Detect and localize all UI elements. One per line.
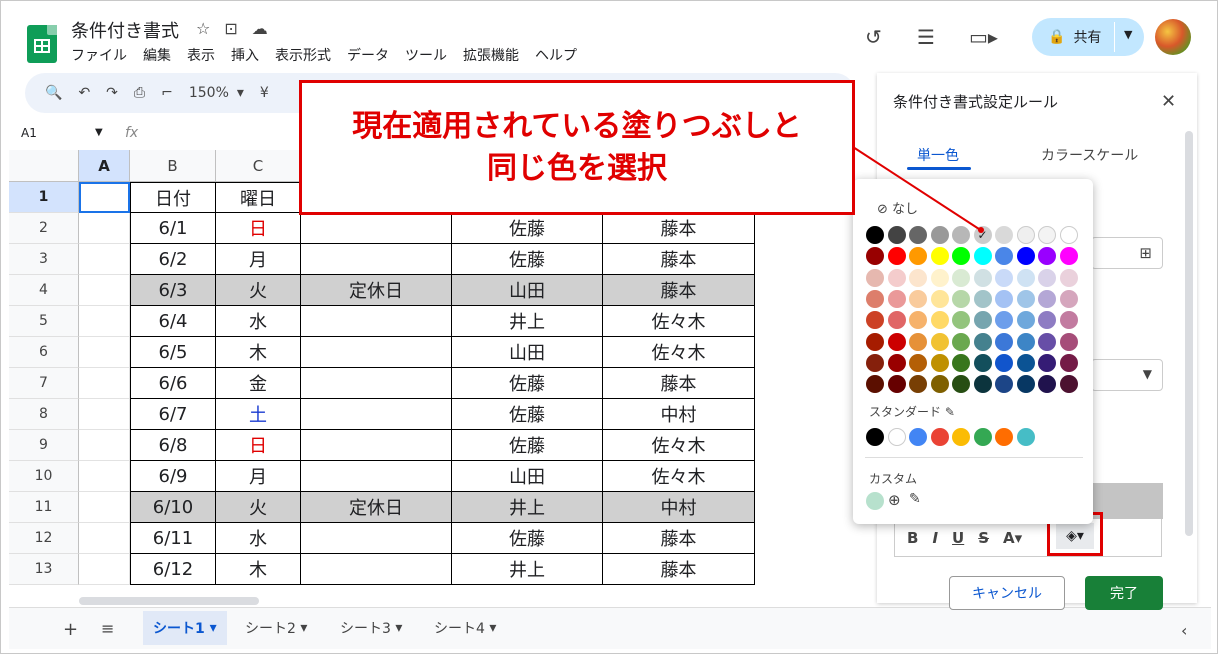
callout-line-1: 現在適用されている塗りつぶしと xyxy=(352,108,802,144)
sheets-app: 条件付き書式 ☆ ⊡ ☁ ファイル 編集 表示 挿入 表示形式 データ ツール 拡張機能 ヘルプ… xyxy=(0,0,1218,654)
annotation-callout: 現在適用されている塗りつぶしと 同じ色を選択 xyxy=(299,80,855,215)
callout-line-2: 同じ色を選択 xyxy=(487,150,667,186)
